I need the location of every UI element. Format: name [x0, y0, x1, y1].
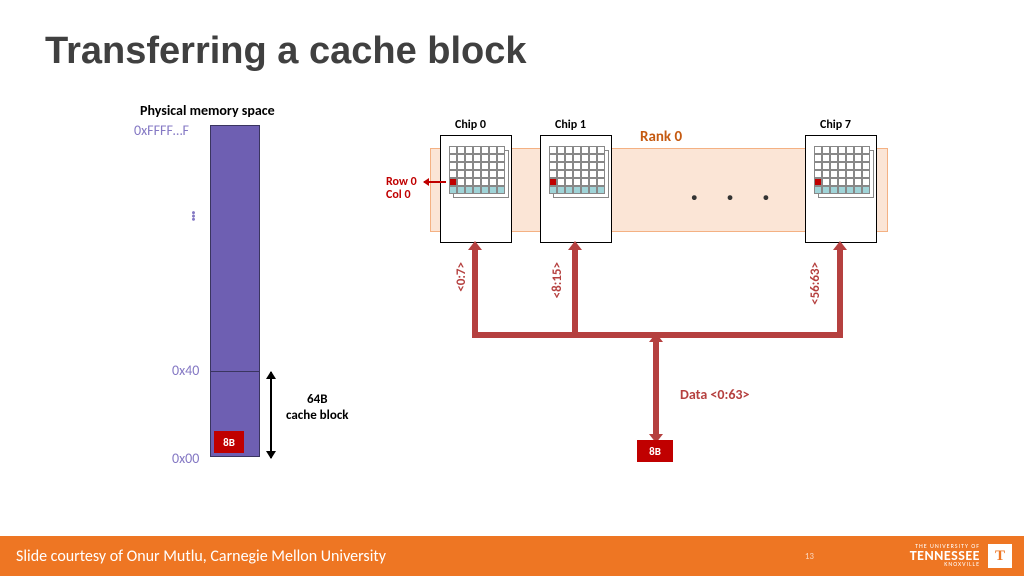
bus-arrow-7 — [837, 248, 843, 334]
bus-arrow-1 — [572, 248, 578, 334]
data-arrow — [653, 340, 659, 436]
memory-divider — [211, 371, 259, 372]
chip-ellipsis: . . . — [690, 170, 780, 209]
bus-range-1: <8:15> — [550, 262, 565, 298]
university-text: THE UNIVERSITY OF TENNESSEE KNOXVILLE — [910, 544, 980, 567]
bus-range-7: <56:63> — [808, 262, 823, 305]
chip-grid-icon — [814, 146, 870, 194]
footer-credit: Slide courtesy of Onur Mutlu, Carnegie M… — [16, 547, 386, 566]
bus-range-0: <0:7> — [454, 262, 469, 292]
chip-7 — [805, 135, 877, 243]
rank-label: Rank 0 — [640, 128, 682, 146]
cache-block-text: cache block — [286, 408, 349, 423]
cache-block-arrow — [270, 372, 272, 458]
address-mid: 0x40 — [172, 362, 199, 379]
slide-number: 13 — [805, 551, 814, 562]
data-8b-box: 8B — [637, 440, 673, 462]
chip-grid-icon — [549, 146, 605, 194]
row-col-arrow-icon — [424, 181, 446, 183]
chip-0 — [440, 135, 512, 243]
memory-bar: 8B — [210, 125, 260, 457]
row-col-label: Row 0 Col 0 — [386, 176, 417, 202]
address-bottom: 0x00 — [172, 450, 199, 467]
chip-grid-icon — [449, 146, 505, 194]
data-bus-label: Data <0:63> — [680, 386, 750, 403]
university-block: THE UNIVERSITY OF TENNESSEE KNOXVILLE T — [910, 544, 1012, 568]
address-ellipsis: ... — [186, 210, 210, 220]
chip-0-label: Chip 0 — [455, 118, 486, 132]
slide-title: Transferring a cache block — [45, 30, 527, 73]
footer-bar: Slide courtesy of Onur Mutlu, Carnegie M… — [0, 536, 1024, 576]
chip-7-label: Chip 7 — [820, 118, 851, 132]
memory-8b-block: 8B — [214, 431, 244, 453]
chip-1 — [540, 135, 612, 243]
bus-arrow-0 — [472, 248, 478, 334]
physical-memory-label: Physical memory space — [140, 102, 275, 119]
university-logo-icon: T — [988, 544, 1012, 568]
cache-block-label: 64B cache block — [286, 392, 349, 423]
row-label: Row 0 — [386, 175, 417, 189]
address-top: 0xFFFF…F — [134, 122, 189, 139]
col-label: Col 0 — [386, 188, 411, 202]
cache-block-size: 64B — [307, 392, 327, 407]
chip-1-label: Chip 1 — [555, 118, 586, 132]
